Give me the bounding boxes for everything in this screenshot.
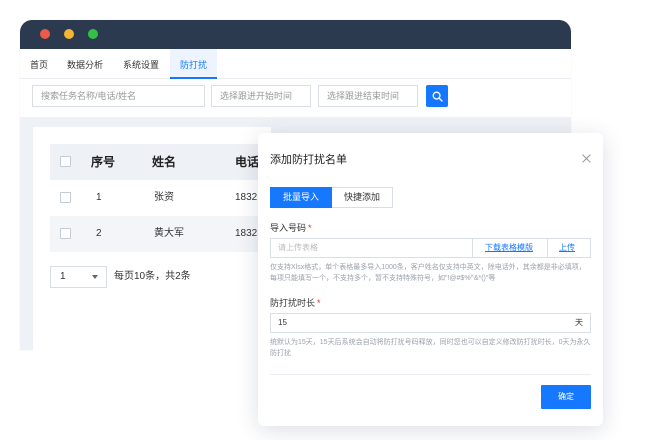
- add-dnd-modal: 添加防打扰名单 批量导入 快捷添加 导入号码 * 请上传表格 下载表格模版 上传 …: [258, 133, 603, 426]
- table-row[interactable]: 2 黄大军 1832: [50, 216, 271, 252]
- row-checkbox[interactable]: [60, 228, 71, 239]
- confirm-button[interactable]: 确定: [541, 385, 591, 409]
- tab-batch-import[interactable]: 批量导入: [270, 187, 333, 208]
- page-select[interactable]: 1: [50, 266, 107, 288]
- required-mark: *: [317, 298, 321, 308]
- nav-item-do-not-disturb[interactable]: 防打扰: [170, 49, 218, 79]
- maximize-window-dot[interactable]: [88, 29, 98, 39]
- modal-footer-divider: [270, 374, 591, 375]
- required-mark: *: [308, 223, 312, 233]
- top-nav: 首页 数据分析 系统设置 防打扰: [20, 49, 571, 79]
- row-phone: 1832: [235, 192, 258, 203]
- upload-field[interactable]: 请上传表格 下载表格模版 上传: [270, 238, 591, 258]
- search-bar: 搜索任务名称/电话/姓名 选择跟进开始时间 选择跟进结束时间: [20, 79, 571, 117]
- row-checkbox[interactable]: [60, 192, 71, 203]
- download-template-link[interactable]: 下载表格模版: [485, 239, 533, 257]
- nav-item-analytics[interactable]: 数据分析: [67, 49, 103, 79]
- close-icon[interactable]: [582, 154, 591, 163]
- import-label-row: 导入号码 *: [270, 221, 312, 234]
- header-phone: 电话: [235, 155, 260, 169]
- page-select-value: 1: [60, 271, 66, 282]
- import-label: 导入号码: [270, 223, 307, 233]
- nav-item-home[interactable]: 首页: [30, 49, 48, 79]
- duration-value: 15: [278, 318, 287, 327]
- row-phone: 1832: [235, 228, 258, 239]
- list-card: 序号 姓名 电话 1 张资 1832 2 黄大军 1832 1 每页10条，共2…: [33, 127, 271, 365]
- tab-quick-add[interactable]: 快捷添加: [332, 187, 394, 208]
- row-index: 2: [96, 228, 102, 239]
- import-hint: 仅支持Xlsx格式，单个表格最多导入1000条，客户姓名仅支持中英文，除电话外，…: [270, 264, 586, 282]
- row-index: 1: [96, 192, 102, 203]
- duration-label: 防打扰时长: [270, 298, 316, 308]
- duration-hint: 统默认为15天，15天后系统会自动将防打扰号码释放，同时您也可以自定义修改防打扰…: [270, 339, 591, 357]
- select-all-checkbox[interactable]: [60, 156, 71, 167]
- search-icon: [432, 91, 443, 102]
- row-name: 黄大军: [154, 228, 184, 239]
- pager-summary: 每页10条，共2条: [114, 271, 191, 282]
- keyword-search-input[interactable]: 搜索任务名称/电话/姓名: [32, 85, 205, 107]
- header-name: 姓名: [152, 155, 177, 169]
- table-header: 序号 姓名 电话: [50, 144, 271, 180]
- modal-title: 添加防打扰名单: [270, 154, 347, 166]
- start-time-input[interactable]: 选择跟进开始时间: [211, 85, 311, 107]
- modal-tabs: 批量导入 快捷添加: [270, 187, 394, 208]
- minimize-window-dot[interactable]: [64, 29, 74, 39]
- upload-placeholder: 请上传表格: [278, 243, 318, 252]
- end-time-input[interactable]: 选择跟进结束时间: [318, 85, 418, 107]
- header-index: 序号: [91, 155, 116, 169]
- table-row[interactable]: 1 张资 1832: [50, 180, 271, 216]
- upload-divider: [472, 239, 473, 257]
- upload-divider: [547, 239, 548, 257]
- close-window-dot[interactable]: [40, 29, 50, 39]
- window-titlebar: [20, 20, 571, 49]
- upload-link[interactable]: 上传: [559, 239, 575, 257]
- contact-table: 序号 姓名 电话 1 张资 1832 2 黄大军 1832: [50, 144, 271, 252]
- duration-input[interactable]: 15 天: [270, 313, 591, 333]
- search-button[interactable]: [426, 85, 448, 107]
- duration-unit: 天: [575, 318, 583, 327]
- chevron-down-icon: [92, 275, 98, 279]
- duration-label-row: 防打扰时长 *: [270, 296, 321, 309]
- row-name: 张资: [154, 192, 174, 203]
- nav-item-settings[interactable]: 系统设置: [123, 49, 159, 79]
